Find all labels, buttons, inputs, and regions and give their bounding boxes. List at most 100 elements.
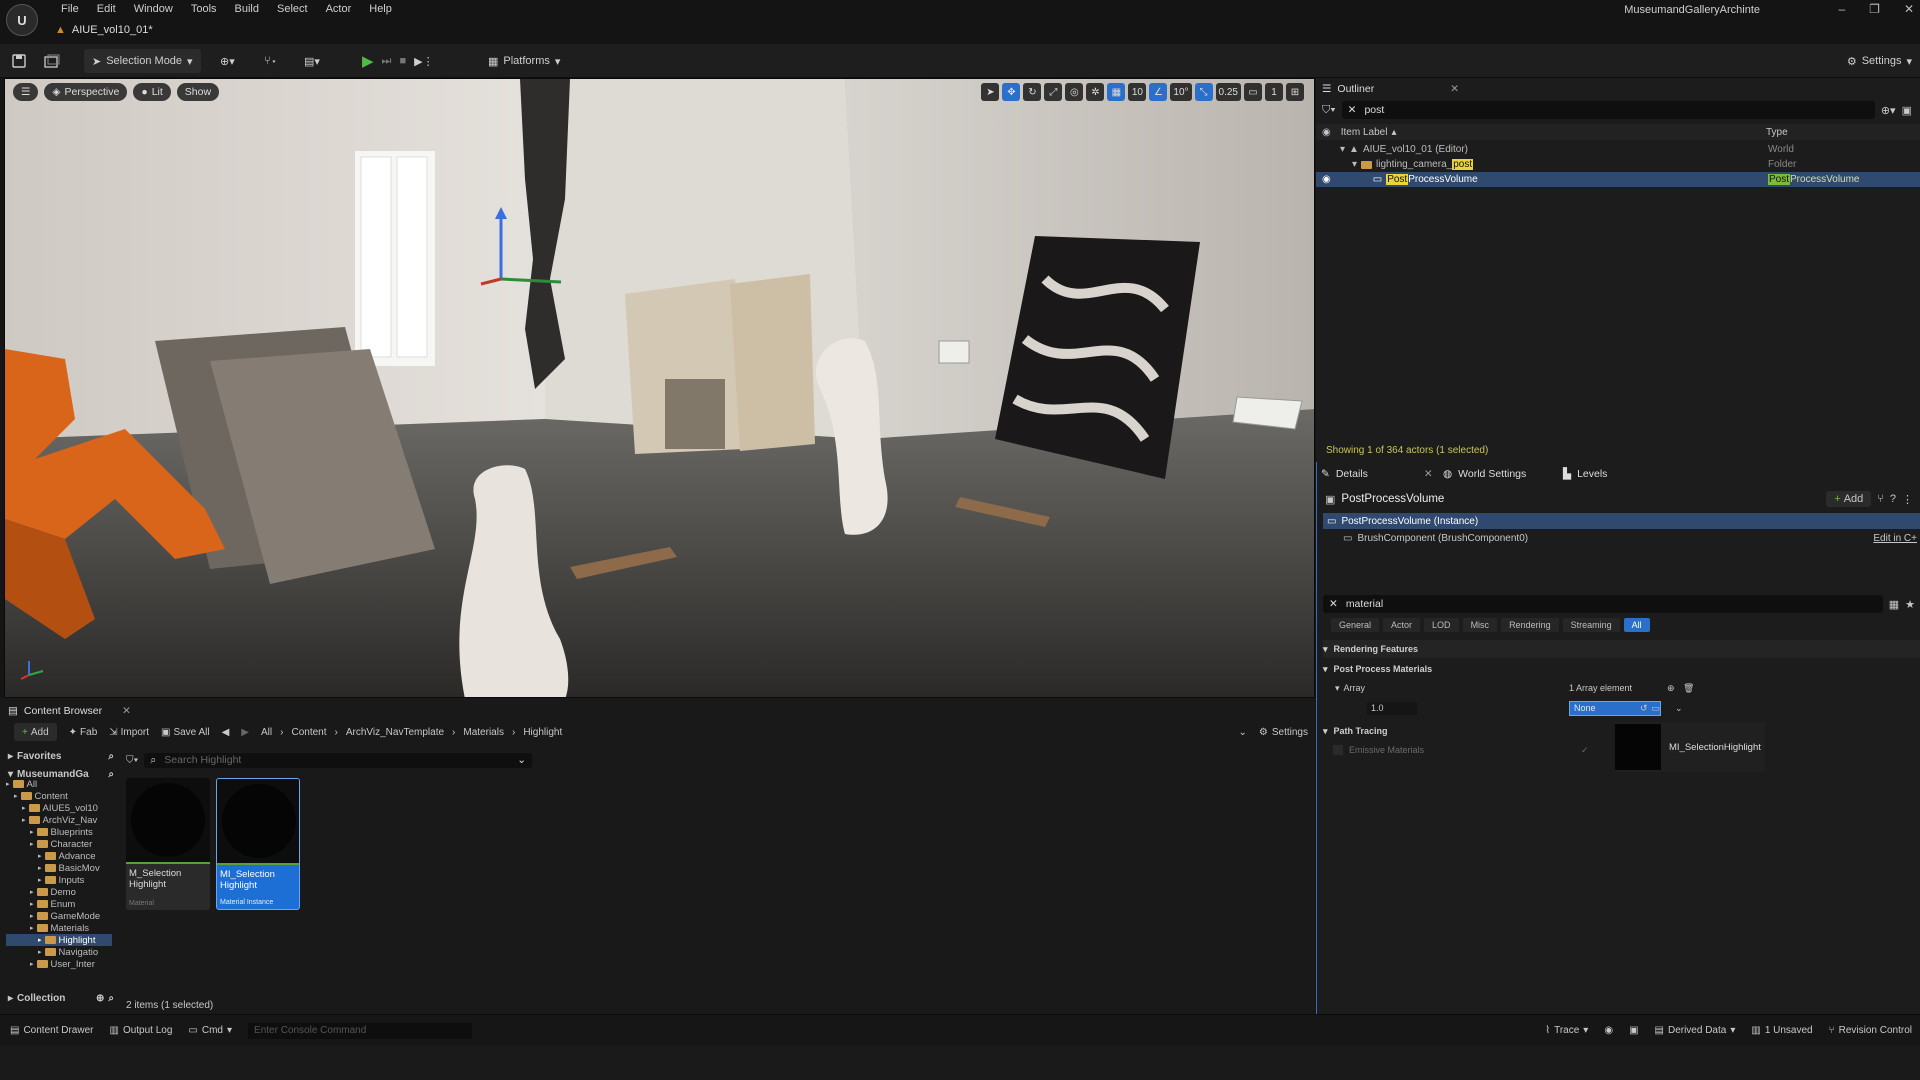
platforms-dropdown[interactable]: ▦ Platforms ▾	[488, 49, 560, 73]
world-local-icon[interactable]: ◎	[1065, 83, 1084, 101]
tree-folder-item[interactable]: ▸ Blueprints	[6, 826, 112, 838]
cinematics-button[interactable]: ▤▾	[304, 49, 320, 73]
filter-all[interactable]: All	[1623, 618, 1650, 632]
asset-search-input[interactable]: ⌕ Search Highlight ⌄	[144, 752, 532, 768]
menu-actor[interactable]: Actor	[317, 3, 361, 15]
component-instance-row[interactable]: ▭ PostProcessVolume (Instance)	[1323, 513, 1920, 529]
expand-arrow-icon[interactable]: ▸	[30, 924, 34, 932]
help-icon[interactable]: ?	[1890, 493, 1896, 505]
expand-arrow-icon[interactable]: ▸	[22, 804, 26, 812]
tree-folder-item[interactable]: ▸ AIUE5_vol10	[6, 802, 112, 814]
expand-arrow-icon[interactable]: ▸	[30, 960, 34, 968]
viewport-menu-button[interactable]: ☰	[13, 83, 39, 101]
camera-speed-value[interactable]: 1	[1265, 83, 1283, 101]
menu-file[interactable]: File	[52, 3, 88, 15]
property-matrix-icon[interactable]: ▦	[1889, 598, 1899, 611]
collections-header[interactable]: ▸ Collection ⊕ ⌕	[8, 990, 114, 1006]
details-search-input[interactable]: ✕ material	[1323, 595, 1883, 613]
add-actor-button[interactable]: ⊕▾	[220, 49, 235, 73]
outliner-tab[interactable]: ☰ Outliner ✕	[1322, 80, 1459, 98]
menu-tools[interactable]: Tools	[182, 3, 226, 15]
history-back-icon[interactable]: ◀	[222, 727, 230, 738]
tree-folder-item[interactable]: ▸ Navigatio	[6, 946, 112, 958]
favorites-header[interactable]: ▸ Favorites ⌕	[8, 748, 114, 764]
output-log-button[interactable]: ▥ Output Log	[109, 1025, 172, 1036]
perspective-button[interactable]: ◈ Perspective	[44, 83, 128, 101]
chevron-down-icon[interactable]: ⌄	[1675, 703, 1683, 714]
cmd-dropdown[interactable]: ▭ Cmd ▾	[188, 1025, 232, 1036]
expand-arrow-icon[interactable]: ▸	[30, 828, 34, 836]
filter-actor[interactable]: Actor	[1383, 618, 1421, 632]
breadcrumb-materials[interactable]: Materials	[463, 727, 504, 738]
section-rendering-features[interactable]: ▾ Rendering Features	[1323, 640, 1920, 658]
close-icon[interactable]: ✕	[1450, 83, 1459, 95]
tree-folder-item[interactable]: ▸ Content	[6, 790, 112, 802]
tree-folder-item[interactable]: ▸ Demo	[6, 886, 112, 898]
play-options-icon[interactable]: ▶⋮	[414, 55, 433, 68]
tree-folder-item[interactable]: ▸ Materials	[6, 922, 112, 934]
filter-rendering[interactable]: Rendering	[1501, 618, 1559, 632]
unsaved-button[interactable]: ▥ 1 Unsaved	[1751, 1025, 1812, 1036]
section-post-process-materials[interactable]: ▾ Post Process Materials	[1323, 660, 1920, 678]
reset-icon[interactable]: ↺	[1640, 703, 1648, 714]
cb-settings-button[interactable]: ⚙ Settings	[1259, 727, 1308, 738]
outliner-row-world[interactable]: ▾ ▲ AIUE_vol10_01 (Editor) World	[1316, 142, 1920, 157]
chevron-down-icon[interactable]: ⌄	[517, 754, 526, 766]
rotation-snap-toggle[interactable]: ∠	[1149, 83, 1168, 101]
browse-icon[interactable]	[44, 49, 60, 73]
breadcrumb-dropdown-icon[interactable]: ⌄	[1239, 727, 1247, 738]
search-icon[interactable]: ⌕	[108, 751, 114, 762]
clear-search-icon[interactable]: ✕	[1329, 598, 1338, 610]
breadcrumb-archviz[interactable]: ArchViz_NavTemplate	[346, 727, 444, 738]
tree-folder-item[interactable]: ▸ Character	[6, 838, 112, 850]
camera-speed-icon[interactable]: ▭	[1244, 83, 1262, 101]
selection-mode-dropdown[interactable]: ➤ Selection Mode ▾	[84, 49, 201, 73]
save-all-button[interactable]: ▣ Save All	[161, 727, 210, 738]
tree-folder-item[interactable]: ▸ Inputs	[6, 874, 112, 886]
level-viewport[interactable]: ☰ ◈ Perspective ● Lit Show ➤ ✥ ↻ ⤢ ◎ ✲ ▦…	[4, 78, 1315, 698]
tab-details[interactable]: ✎ Details ✕	[1321, 465, 1443, 483]
import-button[interactable]: ⇲ Import	[109, 727, 149, 738]
maximize-button[interactable]: ❐	[1869, 2, 1880, 16]
tree-folder-item[interactable]: ▸ BasicMov	[6, 862, 112, 874]
step-icon[interactable]: ⏭	[382, 55, 392, 68]
console-input[interactable]: Enter Console Command	[248, 1022, 473, 1039]
filter-general[interactable]: General	[1331, 618, 1380, 632]
show-button[interactable]: Show	[176, 83, 220, 101]
scale-tool-icon[interactable]: ⤢	[1044, 83, 1063, 101]
tree-folder-item[interactable]: ▸ All	[6, 778, 112, 790]
visibility-eye-icon[interactable]: ◉	[1322, 174, 1331, 185]
grid-snap-value[interactable]: 10	[1128, 83, 1147, 101]
tree-folder-item[interactable]: ▸ Highlight	[6, 934, 112, 946]
add-filter-icon[interactable]: ⊕▾	[1881, 104, 1896, 117]
close-window-button[interactable]: ✕	[1904, 2, 1914, 16]
clear-search-icon[interactable]: ✕	[1348, 104, 1357, 116]
expand-arrow-icon[interactable]: ▸	[30, 888, 34, 896]
history-forward-icon[interactable]: ▶	[241, 727, 249, 738]
menu-select[interactable]: Select	[268, 3, 317, 15]
breadcrumb-highlight[interactable]: Highlight	[523, 727, 562, 738]
blueprint-button[interactable]: ⑂▾	[264, 49, 277, 73]
asset-tile-material-instance[interactable]: MI_Selection Highlight Material Instance	[216, 778, 300, 910]
expand-arrow-icon[interactable]: ▾	[1335, 683, 1340, 694]
expand-arrow-icon[interactable]: ▸	[38, 876, 42, 884]
expand-arrow-icon[interactable]: ▸	[38, 852, 42, 860]
filter-lod[interactable]: LOD	[1424, 618, 1459, 632]
lit-button[interactable]: ● Lit	[133, 83, 171, 101]
breadcrumb-all[interactable]: All	[261, 727, 272, 738]
add-collection-icon[interactable]: ⊕	[96, 993, 104, 1004]
weight-input[interactable]: 1.0	[1367, 701, 1417, 715]
edit-in-cpp-link[interactable]: Edit in C+	[1873, 533, 1917, 544]
translate-tool-icon[interactable]: ✥	[1002, 83, 1021, 101]
rotation-snap-value[interactable]: 10°	[1170, 83, 1192, 101]
outliner-row-postprocessvolume[interactable]: ◉ ▭ Post ProcessVolume PostProcessVolume	[1316, 172, 1920, 187]
tree-folder-item[interactable]: ▸ Enum	[6, 898, 112, 910]
favorite-star-icon[interactable]: ★	[1905, 598, 1915, 611]
outliner-settings-icon[interactable]: ▣	[1902, 104, 1912, 117]
outliner-search-input[interactable]: ✕ post	[1341, 101, 1875, 119]
browse-asset-icon[interactable]: ▭	[1651, 703, 1660, 714]
expand-arrow-icon[interactable]: ▸	[38, 936, 42, 944]
settings-button[interactable]: ⚙ Settings ▾	[1847, 49, 1912, 73]
checkbox[interactable]	[1333, 745, 1343, 755]
record-icon[interactable]: ◉	[1604, 1025, 1613, 1036]
